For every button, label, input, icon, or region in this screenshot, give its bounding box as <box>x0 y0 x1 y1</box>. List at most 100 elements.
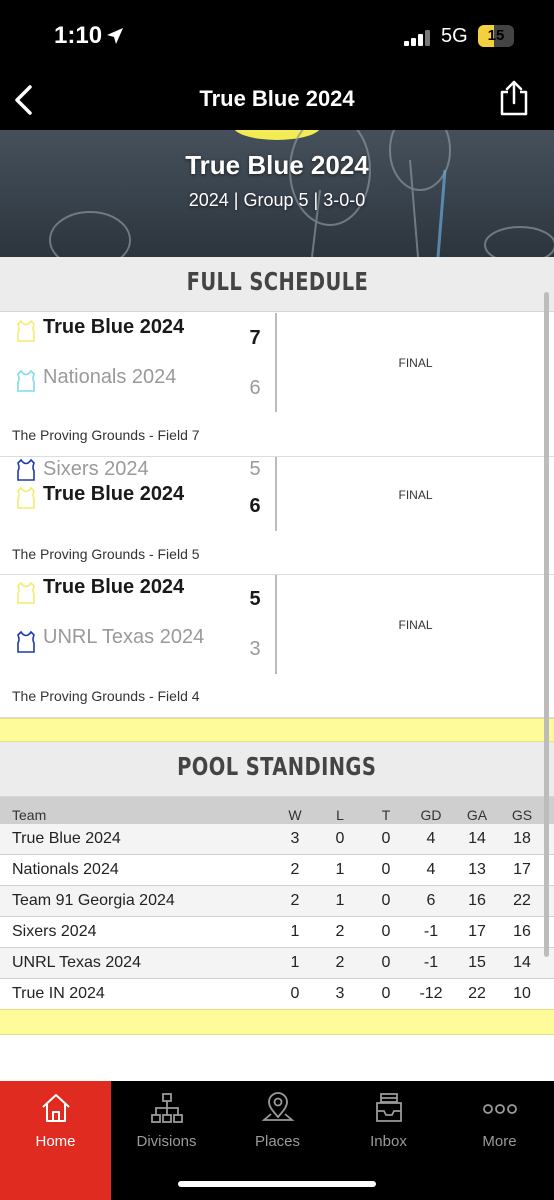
standings-ga: 17 <box>468 923 486 940</box>
standings-l: 2 <box>335 923 345 940</box>
standings-gd: 6 <box>426 892 436 909</box>
tab-label: Home <box>35 1133 76 1150</box>
inbox-icon <box>376 1093 402 1122</box>
team-name: True Blue 2024 <box>43 483 185 505</box>
game-venue[interactable]: The Proving Grounds - Field 5 <box>12 546 200 562</box>
nav-title: True Blue 2024 <box>199 86 355 111</box>
standings-team: Team 91 Georgia 2024 <box>12 892 175 909</box>
cellular-signal-icon <box>404 30 432 46</box>
standings-header-row: Team W L T GD GA GS <box>0 797 554 824</box>
standings-w: 0 <box>290 985 300 1002</box>
hero-team-record: 2024 | Group 5 | 3-0-0 <box>188 190 366 210</box>
share-icon[interactable] <box>498 79 530 117</box>
standings-w: 1 <box>290 954 300 971</box>
standings-row[interactable]: UNRL Texas 2024 1 2 0 -1 15 14 <box>0 948 554 979</box>
pool-standings-title: POOL STANDINGS <box>177 752 377 781</box>
divisions-icon <box>151 1093 183 1123</box>
column-header-gd[interactable]: GD <box>411 807 451 823</box>
team-score: 6 <box>249 495 261 517</box>
standings-gs: 17 <box>513 861 531 878</box>
team-score: 5 <box>249 458 261 480</box>
team-score: 7 <box>249 327 261 349</box>
tab-more[interactable]: More <box>444 1081 554 1200</box>
nav-bar: True Blue 2024 <box>0 75 554 130</box>
standings-gd: 4 <box>426 861 436 878</box>
status-bar: 1:10 5G 15 <box>0 0 554 75</box>
game-card[interactable]: True Blue 2024 7 Nationals 2024 6 FINAL … <box>0 313 554 457</box>
vertical-scrollbar[interactable] <box>544 292 549 957</box>
network-type: 5G <box>441 25 468 47</box>
team-name: Nationals 2024 <box>43 366 177 388</box>
standings-row[interactable]: Sixers 2024 1 2 0 -1 17 16 <box>0 917 554 948</box>
game-card[interactable]: Sixers 2024 5 True Blue 2024 6 FINAL The… <box>0 457 554 575</box>
standings-row[interactable]: True Blue 2024 3 0 0 4 14 18 <box>0 824 554 855</box>
column-header-gs[interactable]: GS <box>502 807 542 823</box>
standings-ga: 13 <box>468 861 486 878</box>
column-header-w[interactable]: W <box>275 807 315 823</box>
standings-row[interactable]: True IN 2024 0 3 0 -12 22 10 <box>0 979 554 1009</box>
standings-t: 0 <box>381 830 391 847</box>
standings-ga: 22 <box>468 985 486 1002</box>
tab-label: More <box>482 1133 517 1150</box>
standings-gd: -1 <box>423 954 439 971</box>
standings-t: 0 <box>381 923 391 940</box>
standings-w: 3 <box>290 830 300 847</box>
standings-t: 0 <box>381 861 391 878</box>
jersey-icon <box>17 458 35 481</box>
jersey-icon <box>17 630 35 653</box>
standings-gs: 18 <box>513 830 531 847</box>
jersey-icon <box>17 369 35 392</box>
standings-l: 1 <box>335 892 345 909</box>
team-name: UNRL Texas 2024 <box>43 626 205 648</box>
jersey-icon <box>17 581 35 604</box>
full-schedule-title: FULL SCHEDULE <box>186 267 368 296</box>
column-header-t[interactable]: T <box>366 807 406 823</box>
standings-t: 0 <box>381 985 391 1002</box>
full-schedule-header: FULL SCHEDULE <box>0 257 554 312</box>
standings-team: Nationals 2024 <box>12 861 119 878</box>
battery-level: 15 <box>487 27 505 44</box>
standings-gd: 4 <box>426 830 436 847</box>
standings-ga: 16 <box>468 892 486 909</box>
column-header-l[interactable]: L <box>320 807 360 823</box>
team-name: Sixers 2024 <box>43 458 149 480</box>
tab-label: Inbox <box>370 1133 407 1150</box>
map-pin-icon <box>261 1092 295 1121</box>
standings-l: 0 <box>335 830 345 847</box>
standings-l: 3 <box>335 985 345 1002</box>
jersey-icon <box>17 486 35 509</box>
column-header-team[interactable]: Team <box>12 807 46 823</box>
standings-team: UNRL Texas 2024 <box>12 954 141 971</box>
game-status: FINAL <box>398 356 433 370</box>
standings-row[interactable]: Team 91 Georgia 2024 2 1 0 6 16 22 <box>0 886 554 917</box>
standings-w: 1 <box>290 923 300 940</box>
game-status: FINAL <box>398 488 433 502</box>
more-icon <box>483 1104 517 1114</box>
column-header-ga[interactable]: GA <box>457 807 497 823</box>
standings-l: 1 <box>335 861 345 878</box>
standings-ga: 15 <box>468 954 486 971</box>
status-time: 1:10 <box>54 22 103 49</box>
standings-gs: 10 <box>513 985 531 1002</box>
pool-standings-header: POOL STANDINGS <box>0 742 554 797</box>
location-arrow-icon <box>107 28 123 44</box>
game-venue[interactable]: The Proving Grounds - Field 7 <box>12 427 200 443</box>
standings-row[interactable]: Nationals 2024 2 1 0 4 13 17 <box>0 855 554 886</box>
standings-team: True IN 2024 <box>12 985 105 1002</box>
tab-home[interactable]: Home <box>0 1081 111 1200</box>
standings-t: 0 <box>381 892 391 909</box>
team-name: True Blue 2024 <box>43 576 185 598</box>
home-indicator[interactable] <box>178 1181 376 1187</box>
home-icon <box>42 1094 70 1122</box>
standings-gs: 14 <box>513 954 531 971</box>
game-card[interactable]: True Blue 2024 5 UNRL Texas 2024 3 FINAL… <box>0 575 554 718</box>
standings-gd: -12 <box>419 985 443 1002</box>
section-separator-band <box>0 1009 554 1035</box>
tab-label: Divisions <box>136 1133 197 1150</box>
game-venue[interactable]: The Proving Grounds - Field 4 <box>12 688 200 704</box>
team-hero-banner: True Blue 2024 2024 | Group 5 | 3-0-0 <box>0 130 554 257</box>
game-status: FINAL <box>398 618 433 632</box>
tab-label: Places <box>254 1133 301 1150</box>
standings-team: True Blue 2024 <box>12 830 121 847</box>
standings-w: 2 <box>290 892 300 909</box>
